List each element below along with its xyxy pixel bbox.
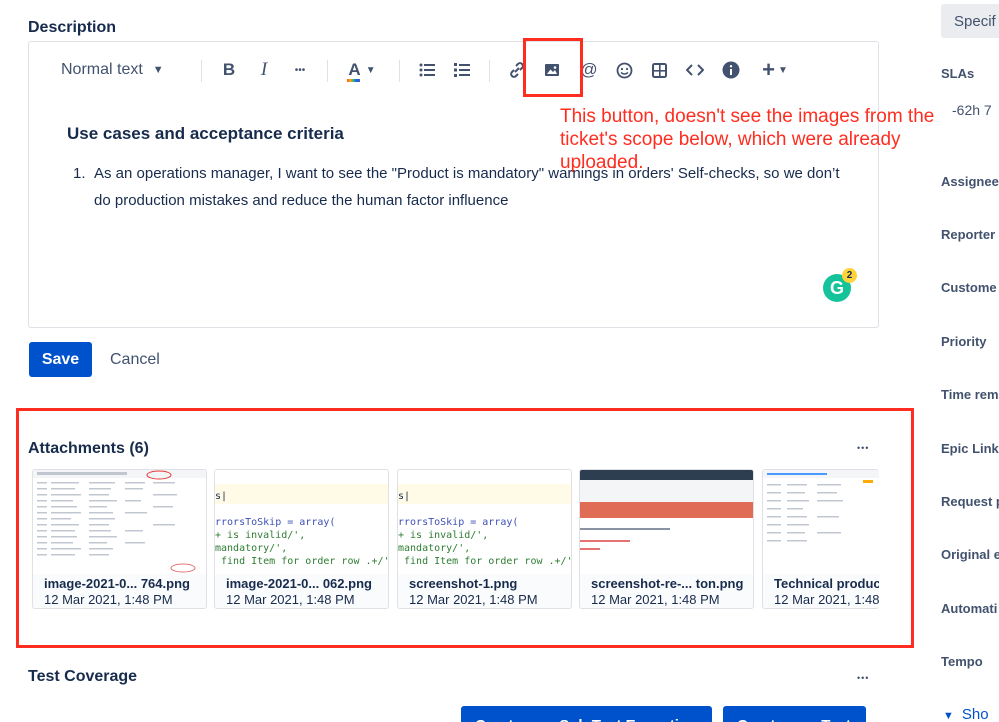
chevron-down-icon: ▼ [365,64,376,76]
attachment-date: 12 Mar 2021, 1:48 [774,592,879,607]
chevron-down-icon: ▼ [152,64,164,76]
cancel-button[interactable]: Cancel [102,342,168,377]
attachment-card[interactable]: Technical product 12 Mar 2021, 1:48 [762,469,879,609]
table-icon [651,62,667,78]
attachment-date: 12 Mar 2021, 1:48 PM [591,592,720,607]
annotation-text: This button, doesn't see the images from… [560,106,935,173]
chevron-down-icon: ▼ [943,710,954,722]
plus-icon: + [762,57,775,82]
color-bar-icon [347,79,361,82]
info-icon [722,61,740,79]
toolbar-divider [201,60,202,82]
description-editor[interactable]: Normal text ▼ B I ••• A ▼ @ + ▼ Use case… [28,41,879,328]
sidebar-label-epic-link: Epic Link [941,441,999,456]
attachment-date: 12 Mar 2021, 1:48 PM [409,592,538,607]
toolbar-divider [489,60,490,82]
attachment-card[interactable]: image-2021-0... 764.png 12 Mar 2021, 1:4… [32,469,207,609]
test-coverage-more-button[interactable]: ••• [857,673,869,683]
numbered-list-icon [454,63,470,77]
attachment-card[interactable]: screenshot-re-... ton.png 12 Mar 2021, 1… [579,469,754,609]
sidebar-label-priority: Priority [941,334,987,349]
more-formatting-button[interactable]: ••• [289,58,311,82]
sidebar-label-original-estimate: Original e [941,547,999,562]
attachment-name: screenshot-re-... ton.png [591,576,744,591]
toolbar-divider [327,60,328,82]
text-style-label: Normal text [61,61,143,78]
attachment-thumbnail: s| rrorsToSkip = array( + is invalid/', … [398,470,571,574]
sla-value: -62h 7 [952,102,992,118]
editor-toolbar: Normal text ▼ B I ••• A ▼ @ + ▼ [29,42,878,98]
insert-more-button[interactable]: + ▼ [757,57,793,82]
emoji-icon [616,62,632,78]
chevron-down-icon: ▼ [777,64,788,76]
test-coverage-title: Test Coverage [28,668,138,685]
spreadsheet-thumbnail-icon [33,470,206,573]
attachment-date: 12 Mar 2021, 1:48 PM [226,592,355,607]
attachment-thumbnail [763,470,879,574]
numbered-list-button[interactable] [450,58,474,82]
attachments-title: Attachments (6) [28,440,149,457]
list-item-number: 1. [73,165,86,182]
attachment-thumbnail: s| rrorsToSkip = array( + is invalid/', … [215,470,388,574]
code-icon [686,64,704,76]
document-thumbnail-icon [763,470,879,542]
bullet-list-button[interactable] [415,58,439,82]
code-preview: s| rrorsToSkip = array( + is invalid/', … [215,491,388,567]
sidebar-label-reporter: Reporter [941,227,996,242]
bold-button[interactable]: B [219,58,239,82]
show-more-label: Sho [961,706,989,722]
emoji-button[interactable] [612,58,636,82]
grammarly-icon: G [829,277,844,298]
grammarly-button[interactable]: G 2 [823,268,857,302]
description-title: Description [28,19,117,36]
attachment-thumbnail [580,470,753,574]
sidebar-label-request-participants: Request p [941,494,999,509]
italic-button[interactable]: I [254,58,274,82]
sidebar-label-automation: Automati [941,601,998,616]
attachment-card[interactable]: s| rrorsToSkip = array( + is invalid/', … [397,469,572,609]
document-heading[interactable]: Use cases and acceptance criteria [67,124,344,144]
attachment-name: image-2021-0... 062.png [226,576,372,591]
table-button[interactable] [647,58,671,82]
attachment-name: Technical product [774,576,879,591]
show-more-link[interactable]: ▼ Sho [943,706,989,722]
toolbar-divider [399,60,400,82]
tab-specifications[interactable]: Specif [941,4,999,38]
attachments-more-button[interactable]: ••• [857,443,869,453]
save-button[interactable]: Save [29,342,92,377]
sidebar-label-slas: SLAs [941,66,975,81]
attachment-name: image-2021-0... 764.png [44,576,190,591]
attachment-date: 12 Mar 2021, 1:48 PM [44,592,173,607]
create-sub-test-execution-button[interactable]: Create new Sub Test Execution [461,706,712,722]
text-color-icon: A [348,60,361,79]
annotation-highlight-box [523,38,583,97]
attachment-name: screenshot-1.png [409,576,518,591]
grammarly-count-badge: 2 [842,268,857,283]
info-panel-button[interactable] [719,58,743,82]
sidebar-label-customer: Custome [941,280,997,295]
attachment-card[interactable]: s| rrorsToSkip = array( + is invalid/', … [214,469,389,609]
sidebar-label-time-remaining: Time rem [941,387,999,402]
text-style-dropdown[interactable]: Normal text ▼ [61,58,164,82]
create-test-button[interactable]: Create new Test [723,706,866,722]
code-button[interactable] [683,58,707,82]
text-color-button[interactable]: A ▼ [344,58,380,82]
code-preview: s| rrorsToSkip = array( + is invalid/', … [398,491,571,567]
sidebar-label-assignee: Assignee [941,174,999,189]
attachment-thumbnail [33,470,206,574]
sidebar-label-tempo: Tempo [941,654,983,669]
webpage-thumbnail-icon [580,470,753,550]
bullet-list-icon [419,63,435,77]
